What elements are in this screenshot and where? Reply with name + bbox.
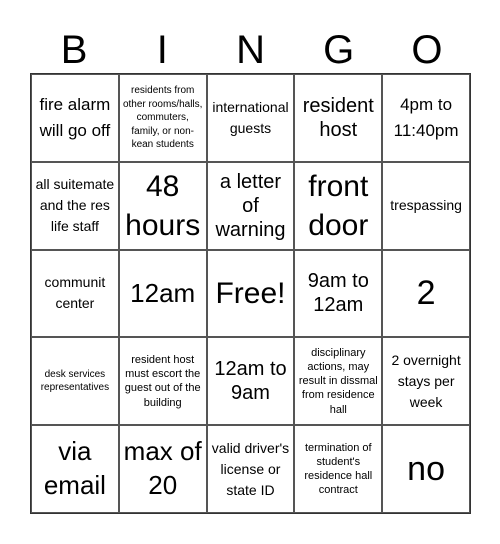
free-space-cell[interactable]: Free!: [206, 249, 295, 338]
bingo-cell[interactable]: 48 hours: [118, 161, 207, 250]
bingo-cell[interactable]: resident host must escort the guest out …: [118, 337, 207, 426]
header-letter-g: G: [323, 28, 355, 72]
bingo-cell[interactable]: international guests: [206, 74, 295, 162]
bingo-cell[interactable]: trespassing: [382, 161, 470, 250]
bingo-cell[interactable]: no: [382, 425, 470, 513]
bingo-cell[interactable]: desk services representatives: [31, 337, 119, 426]
bingo-cell[interactable]: 12am to 9am: [206, 337, 295, 426]
bingo-header: B I N G O: [30, 28, 471, 73]
bingo-cell[interactable]: front door: [294, 161, 383, 250]
bingo-cell[interactable]: a letter of warning: [206, 161, 295, 250]
header-letter-i: I: [156, 28, 168, 72]
header-letter-b: B: [60, 28, 88, 72]
bingo-cell[interactable]: 2: [382, 249, 470, 338]
bingo-cell[interactable]: 2 overnight stays per week: [382, 337, 470, 426]
bingo-cell[interactable]: resident host: [294, 74, 383, 162]
bingo-cell[interactable]: 12am: [118, 249, 207, 338]
header-letter-n: N: [236, 28, 265, 72]
bingo-cell[interactable]: max of 20: [118, 425, 207, 513]
bingo-cell[interactable]: termination of student's residence hall …: [294, 425, 383, 513]
bingo-cell[interactable]: disciplinary actions, may result in diss…: [294, 337, 383, 426]
header-letter-o: O: [411, 28, 443, 72]
bingo-cell[interactable]: 9am to 12am: [294, 249, 383, 338]
bingo-cell[interactable]: residents from other rooms/halls, commut…: [118, 74, 207, 162]
bingo-cell[interactable]: fire alarm will go off: [31, 74, 119, 162]
bingo-cell[interactable]: valid driver's license or state ID: [206, 425, 295, 513]
bingo-cell[interactable]: via email: [31, 425, 119, 513]
bingo-cell[interactable]: all suitemate and the res life staff: [31, 161, 119, 250]
bingo-card-grid: fire alarm will go off residents from ot…: [30, 73, 471, 514]
bingo-cell[interactable]: communit center: [31, 249, 119, 338]
bingo-cell[interactable]: 4pm to 11:40pm: [382, 74, 470, 162]
